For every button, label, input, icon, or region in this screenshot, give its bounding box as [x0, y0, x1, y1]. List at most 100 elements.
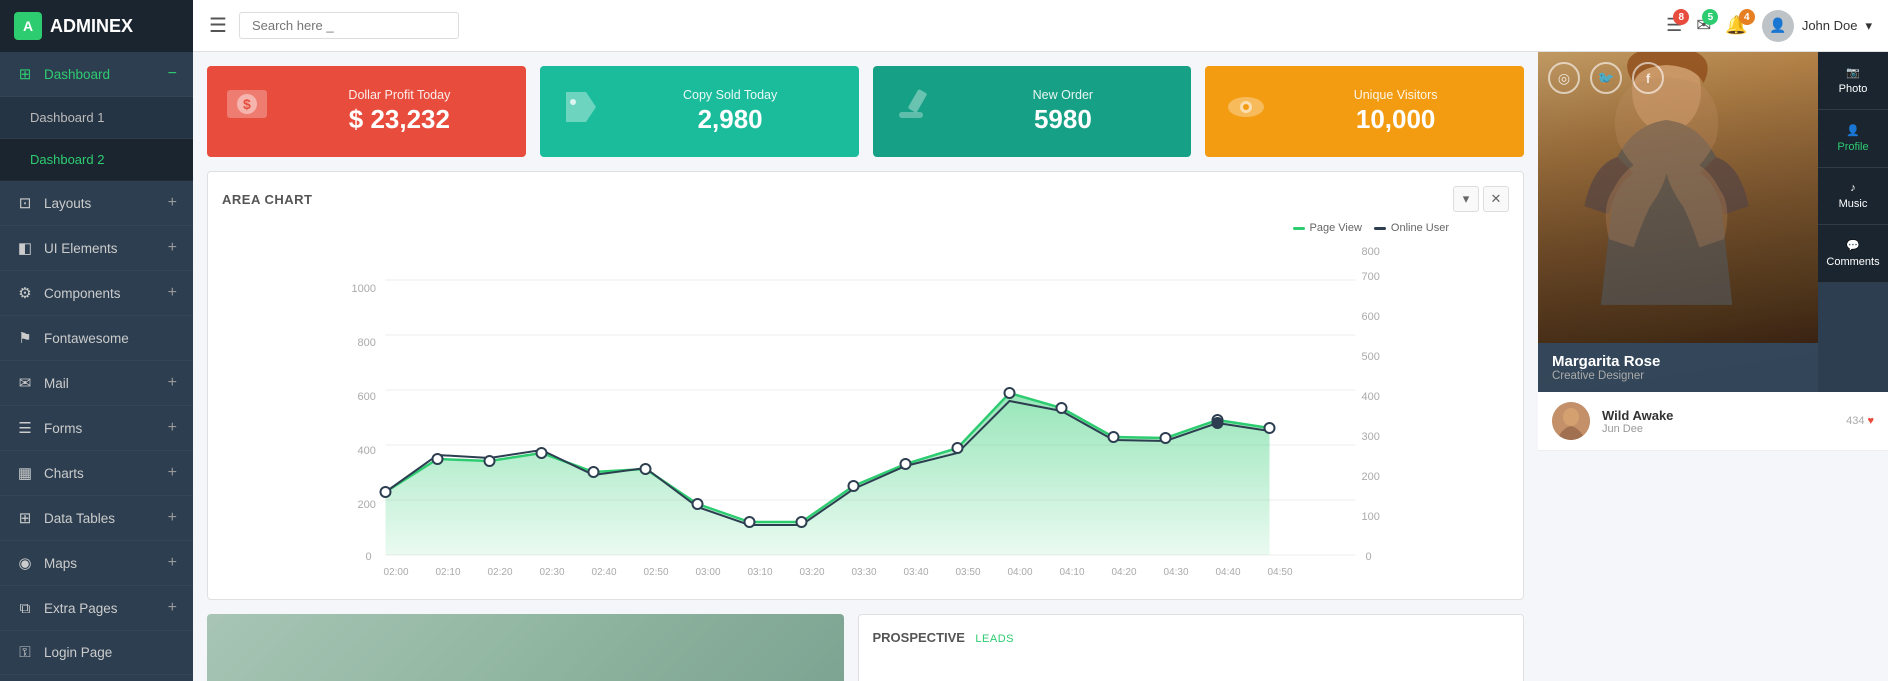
- layouts-icon: ⊡: [16, 194, 34, 212]
- messages-badge: 8: [1673, 9, 1689, 25]
- sidebar-item-dashboard2[interactable]: Dashboard 2: [0, 139, 193, 181]
- prospective-title: PROSPECTIVE LEADS: [873, 629, 1510, 647]
- svg-text:02:10: 02:10: [436, 567, 461, 578]
- sidebar-item-maps[interactable]: ◉ Maps +: [0, 541, 193, 586]
- area-fill: [386, 393, 1270, 555]
- sidebar-item-label: Components: [44, 286, 121, 301]
- stat-card-visitors: Unique Visitors 10,000: [1205, 66, 1524, 157]
- sidebar-item-label: Layouts: [44, 196, 91, 211]
- photo-tab[interactable]: 📷 Photo: [1818, 52, 1888, 110]
- data-point: [1005, 388, 1015, 398]
- sidebar-item-label: Dashboard 1: [30, 110, 104, 125]
- charts-icon: ▦: [16, 464, 34, 482]
- profile-tab[interactable]: 👤 Profile: [1818, 110, 1888, 168]
- sidebar-item-dashboard1[interactable]: Dashboard 1: [0, 97, 193, 139]
- comments-icon: 💬: [1846, 239, 1860, 252]
- hamburger-button[interactable]: ☰: [209, 13, 227, 38]
- stat-card-order: New Order 5980: [873, 66, 1192, 157]
- svg-text:03:20: 03:20: [800, 567, 825, 578]
- svg-text:02:00: 02:00: [384, 567, 409, 578]
- sidebar-item-charts[interactable]: ▦ Charts +: [0, 451, 193, 496]
- svg-text:1000: 1000: [352, 283, 376, 295]
- maps-icon: ◉: [16, 554, 34, 572]
- stat-card-order-value: 5980: [953, 104, 1174, 135]
- datatables-icon: ⊞: [16, 509, 34, 527]
- stat-card-order-label: New Order: [953, 88, 1174, 102]
- legend-pageview: Page View: [1293, 222, 1362, 234]
- profile-label: Profile: [1837, 141, 1868, 153]
- content: $ Dollar Profit Today $ 23,232: [193, 52, 1888, 681]
- sidebar-item-datatables[interactable]: ⊞ Data Tables +: [0, 496, 193, 541]
- prospective-panel: PROSPECTIVE LEADS: [858, 614, 1525, 681]
- expand-icon: +: [168, 554, 177, 572]
- mail-icon: ✉: [16, 374, 34, 392]
- user-menu[interactable]: 👤 John Doe ▾: [1762, 10, 1872, 42]
- svg-text:700: 700: [1362, 271, 1380, 283]
- extrapages-icon: ⧉: [16, 600, 34, 617]
- profile-background: [1538, 52, 1818, 392]
- svg-text:0: 0: [1366, 551, 1372, 563]
- legend-onlineuser-label: Online User: [1391, 222, 1449, 234]
- stat-card-dollar-label: Dollar Profit Today: [291, 88, 508, 102]
- eye-social-icon[interactable]: ◎: [1548, 62, 1580, 94]
- sidebar-item-fontawesome[interactable]: ⚑ Fontawesome: [0, 316, 193, 361]
- comments-tab[interactable]: 💬 Comments: [1818, 225, 1888, 283]
- facebook-icon[interactable]: f: [1632, 62, 1664, 94]
- search-input[interactable]: [239, 12, 459, 39]
- header-left: ☰: [209, 12, 459, 39]
- sidebar-item-uielements[interactable]: ◧ UI Elements +: [0, 226, 193, 271]
- profile-role: Creative Designer: [1552, 370, 1804, 382]
- bell-button[interactable]: 🔔 4: [1725, 15, 1747, 36]
- photo-label: Photo: [1839, 83, 1868, 95]
- sidebar-item-components[interactable]: ⚙ Components +: [0, 271, 193, 316]
- expand-icon: +: [168, 239, 177, 257]
- expand-icon: +: [168, 464, 177, 482]
- email-badge: 5: [1702, 9, 1718, 25]
- stat-cards: $ Dollar Profit Today $ 23,232: [207, 66, 1524, 157]
- sidebar-item-forms[interactable]: ☰ Forms +: [0, 406, 193, 451]
- messages-button[interactable]: ☰ 8: [1666, 15, 1682, 36]
- twitter-icon[interactable]: 🐦: [1590, 62, 1622, 94]
- eye-icon: [1223, 84, 1269, 139]
- email-button[interactable]: ✉ 5: [1696, 15, 1711, 36]
- sidebar-item-dashboard[interactable]: ⊞ Dashboard −: [0, 52, 193, 97]
- stat-card-copy: Copy Sold Today 2,980: [540, 66, 859, 157]
- legend-pageview-label: Page View: [1310, 222, 1362, 234]
- data-point: [589, 467, 599, 477]
- sidebar-item-loginpage[interactable]: ⚿ Login Page: [0, 631, 193, 675]
- svg-text:02:50: 02:50: [644, 567, 669, 578]
- data-point: [849, 481, 859, 491]
- svg-text:0: 0: [366, 551, 372, 563]
- bottom-left-panel: [207, 614, 844, 681]
- data-point: [745, 517, 755, 527]
- profile-info: Margarita Rose Creative Designer: [1538, 343, 1818, 392]
- svg-text:800: 800: [358, 337, 376, 349]
- sidebar-item-label: Maps: [44, 556, 77, 571]
- data-point: [641, 464, 651, 474]
- sidebar-item-mail[interactable]: ✉ Mail +: [0, 361, 193, 406]
- data-point: [381, 487, 391, 497]
- chart-close-button[interactable]: ✕: [1483, 186, 1509, 212]
- ui-icon: ◧: [16, 239, 34, 257]
- svg-text:04:30: 04:30: [1164, 567, 1189, 578]
- music-tab[interactable]: ♪ Music: [1818, 168, 1888, 225]
- dollar-icon: $: [225, 82, 275, 141]
- sidebar-item-label: UI Elements: [44, 241, 118, 256]
- sidebar-item-label: Login Page: [44, 645, 112, 660]
- expand-icon: −: [168, 65, 177, 83]
- svg-text:600: 600: [1362, 311, 1380, 323]
- sidebar-item-label: Extra Pages: [44, 601, 118, 616]
- chart-title: AREA CHART: [222, 192, 312, 207]
- avatar-svg: [1552, 402, 1590, 440]
- chart-collapse-button[interactable]: ▾: [1453, 186, 1479, 212]
- sidebar-item-layouts[interactable]: ⊡ Layouts +: [0, 181, 193, 226]
- logo: A ADMINEX: [0, 0, 193, 52]
- music-icon: ♪: [1850, 182, 1856, 194]
- legend-onlineuser: Online User: [1374, 222, 1449, 234]
- photo-icon: 📷: [1846, 66, 1860, 79]
- svg-text:300: 300: [1362, 431, 1380, 443]
- area-chart-panel: AREA CHART ▾ ✕ Page View Online User: [207, 171, 1524, 600]
- chart-container: 0 200 400 600 800 1000 0 100 200 300 400…: [222, 240, 1509, 585]
- chart-header: AREA CHART ▾ ✕: [222, 186, 1509, 212]
- sidebar-item-extrapages[interactable]: ⧉ Extra Pages +: [0, 586, 193, 631]
